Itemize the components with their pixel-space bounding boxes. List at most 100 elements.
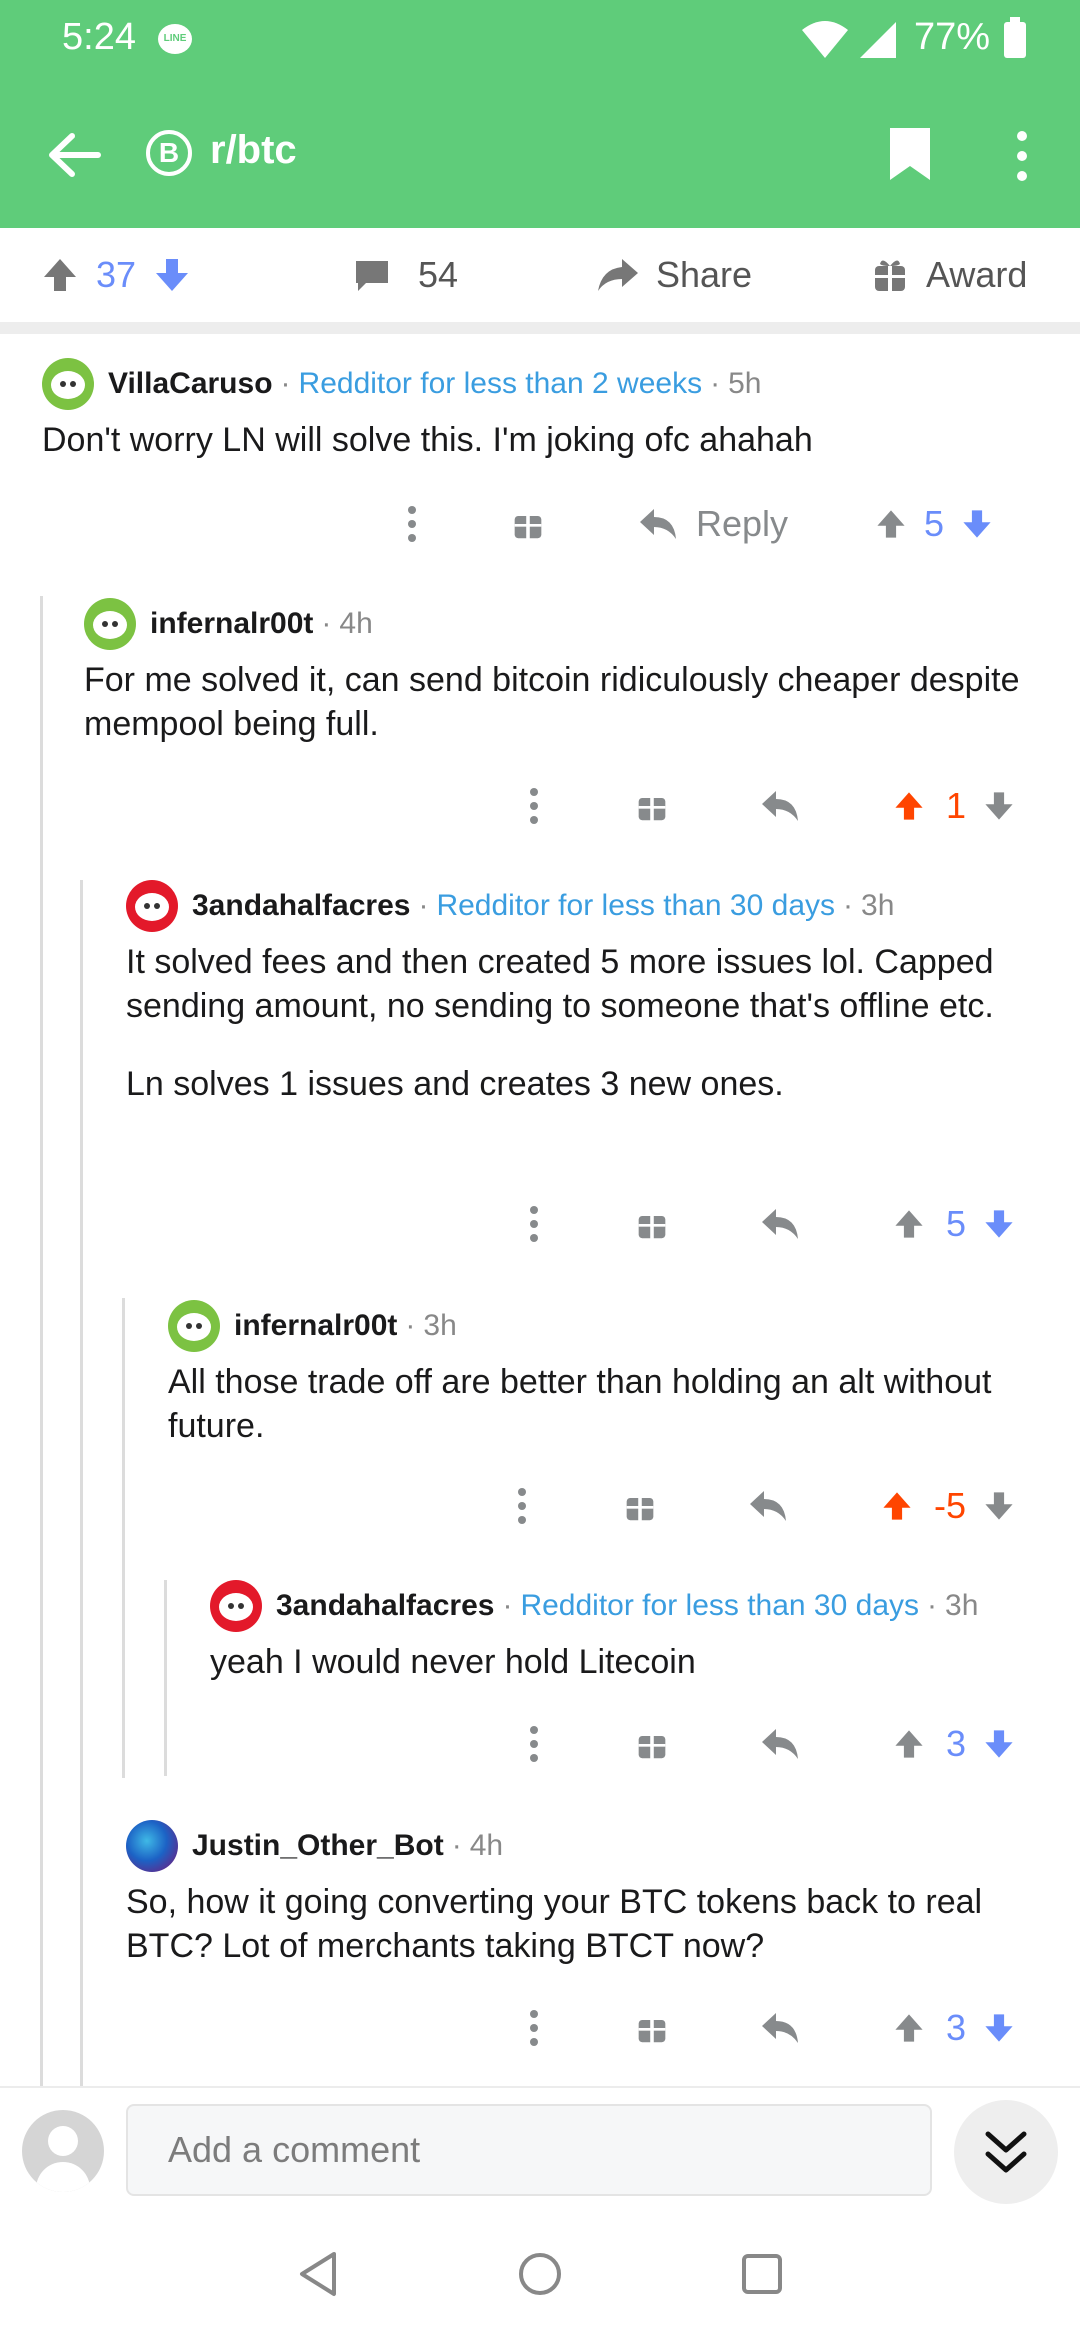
comment-actions: Reply 5 <box>404 496 994 552</box>
upvote-arrow-icon[interactable] <box>40 255 80 295</box>
line-notification-icon: LINE <box>158 24 192 54</box>
reply-arrow-icon[interactable] <box>760 2011 800 2045</box>
cellular-signal-icon <box>860 22 896 58</box>
avatar[interactable] <box>168 1300 220 1352</box>
comment-score: 1 <box>946 785 967 826</box>
gift-icon[interactable] <box>636 2011 668 2045</box>
avatar[interactable] <box>210 1580 262 1632</box>
user-flair: Redditor for less than 30 days <box>520 1589 920 1622</box>
gift-icon[interactable] <box>636 789 668 823</box>
reply-arrow-icon[interactable] <box>760 789 800 823</box>
comment: infernalr00t · 3h All those trade off ar… <box>168 1298 1048 1448</box>
downvote-arrow-icon[interactable] <box>960 507 994 541</box>
more-options-icon[interactable] <box>526 1204 542 1244</box>
comments-count-button[interactable]: 54 <box>352 228 458 322</box>
reply-arrow-icon[interactable] <box>760 1207 800 1241</box>
comment-header: 3andahalfacres · Redditor for less than … <box>126 878 1046 934</box>
comment-header: Justin_Other_Bot · 4h <box>126 1818 1056 1874</box>
thread-line <box>122 1298 125 1778</box>
comment-username[interactable]: infernalr00t <box>150 607 313 641</box>
more-options-icon[interactable] <box>526 2008 542 2048</box>
more-options-icon[interactable] <box>404 504 420 544</box>
comment-age: 3h <box>945 1589 979 1622</box>
comment-age: 3h <box>423 1309 457 1342</box>
downvote-arrow-icon[interactable] <box>982 1489 1016 1523</box>
reply-arrow-icon[interactable] <box>638 507 678 541</box>
comment-username[interactable]: infernalr00t <box>234 1309 397 1343</box>
comment: VillaCaruso · Redditor for less than 2 w… <box>42 356 1052 462</box>
comment-username[interactable]: VillaCaruso <box>108 367 273 401</box>
upvote-arrow-icon[interactable] <box>892 789 926 823</box>
comment-composer-bar: Add a comment <box>0 2086 1080 2218</box>
bookmark-icon[interactable] <box>888 126 932 182</box>
more-options-icon[interactable] <box>1010 128 1034 184</box>
avatar[interactable] <box>126 880 178 932</box>
collapse-threads-button[interactable] <box>954 2100 1058 2204</box>
upvote-arrow-icon[interactable] <box>892 1207 926 1241</box>
gift-icon[interactable] <box>636 1727 668 1761</box>
gift-icon[interactable] <box>512 507 544 541</box>
gift-icon[interactable] <box>636 1207 668 1241</box>
comment-score: 3 <box>946 1723 967 1764</box>
comment-header: 3andahalfacres · Redditor for less than … <box>210 1578 1060 1634</box>
nav-home-icon[interactable] <box>516 2250 564 2298</box>
thread-line <box>80 880 83 2086</box>
comment-username[interactable]: 3andahalfacres <box>192 889 410 923</box>
post-action-bar: 37 54 Share Award <box>0 228 1080 334</box>
share-label: Share <box>656 254 753 295</box>
upvote-arrow-icon[interactable] <box>880 1489 914 1523</box>
post-score: 37 <box>96 254 137 295</box>
comment-body: For me solved it, can send bitcoin ridic… <box>84 661 1020 743</box>
reply-arrow-icon[interactable] <box>760 1727 800 1761</box>
bitcoin-community-icon: B <box>146 130 192 176</box>
award-button[interactable]: Award <box>872 228 1027 322</box>
upvote-arrow-icon[interactable] <box>892 1727 926 1761</box>
upvote-arrow-icon[interactable] <box>874 507 908 541</box>
battery-icon <box>1004 17 1026 58</box>
downvote-arrow-icon[interactable] <box>982 789 1016 823</box>
comment-age: 4h <box>339 607 373 640</box>
downvote-arrow-icon[interactable] <box>982 2011 1016 2045</box>
wifi-icon <box>802 21 848 58</box>
status-time: 5:24 <box>62 16 136 58</box>
thread-line <box>40 596 43 2086</box>
double-chevron-down-icon <box>985 2131 1027 2173</box>
award-label: Award <box>926 254 1028 295</box>
more-options-icon[interactable] <box>526 1724 542 1764</box>
back-arrow-icon[interactable] <box>44 130 104 180</box>
status-bar: 5:24 LINE 77% <box>0 0 1080 80</box>
downvote-arrow-icon[interactable] <box>152 255 192 295</box>
add-comment-input[interactable]: Add a comment <box>126 2104 932 2196</box>
avatar[interactable] <box>126 1820 178 1872</box>
gift-icon[interactable] <box>624 1489 656 1523</box>
comment-actions: 3 <box>526 1716 1016 1772</box>
thread-line <box>164 1580 167 1776</box>
nav-recents-icon[interactable] <box>740 2252 784 2296</box>
reply-arrow-icon[interactable] <box>748 1489 788 1523</box>
downvote-arrow-icon[interactable] <box>982 1207 1016 1241</box>
comment-username[interactable]: 3andahalfacres <box>276 1589 494 1623</box>
reply-button[interactable]: Reply <box>696 503 788 545</box>
comment: 3andahalfacres · Redditor for less than … <box>210 1578 1060 1684</box>
comment-actions: 5 <box>526 1196 1016 1252</box>
more-options-icon[interactable] <box>514 1486 530 1526</box>
comment-username[interactable]: Justin_Other_Bot <box>192 1829 444 1863</box>
gift-icon <box>875 260 905 292</box>
avatar[interactable] <box>84 598 136 650</box>
avatar[interactable] <box>42 358 94 410</box>
comment-actions: -5 <box>514 1478 1016 1534</box>
post-vote-group: 37 <box>40 228 192 322</box>
comment-bubble-icon <box>356 261 388 291</box>
system-navigation-bar <box>0 2216 1080 2340</box>
top-app-bar: B r/btc <box>0 80 1080 228</box>
share-button[interactable]: Share <box>596 228 752 322</box>
user-avatar[interactable] <box>22 2110 104 2192</box>
nav-back-icon[interactable] <box>296 2250 340 2298</box>
downvote-arrow-icon[interactable] <box>982 1727 1016 1761</box>
more-options-icon[interactable] <box>526 786 542 826</box>
subreddit-title[interactable]: r/btc <box>210 128 297 173</box>
comment: 3andahalfacres · Redditor for less than … <box>126 878 1046 1106</box>
comment: infernalr00t · 4h For me solved it, can … <box>84 596 1034 746</box>
upvote-arrow-icon[interactable] <box>892 2011 926 2045</box>
comment-body: All those trade off are better than hold… <box>168 1363 992 1445</box>
